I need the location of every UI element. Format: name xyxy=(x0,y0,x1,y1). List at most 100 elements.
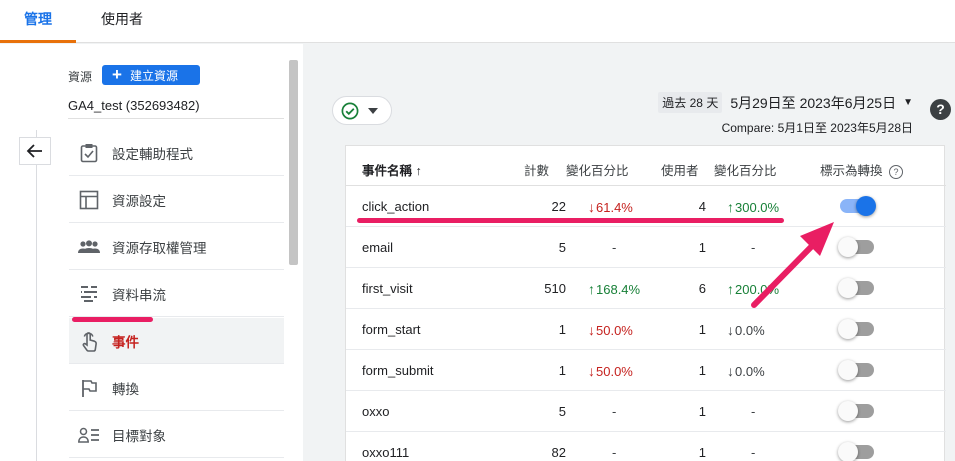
table-row[interactable]: form_start 1 ↓50.0% 1 ↓0.0% xyxy=(346,309,946,350)
percent-change-value: 61.4% xyxy=(596,200,633,215)
compare-range-label: Compare: 5月1日至 2023年5月28日 xyxy=(721,121,913,135)
tab-user[interactable]: 使用者 xyxy=(86,0,158,43)
percent-change-value: 0.0% xyxy=(735,364,765,379)
property-selector[interactable]: GA4_test (352693482) xyxy=(68,98,200,113)
caret-down-icon xyxy=(368,107,378,114)
column-header-mark-conversion: 標示為轉換 ? xyxy=(820,160,903,179)
help-icon[interactable]: ? xyxy=(930,99,951,120)
date-range-picker[interactable]: 過去 28 天 5月29日至 2023年6月25日 ▼ Compare: 5月1… xyxy=(658,92,913,136)
tab-admin[interactable]: 管理 xyxy=(0,0,76,43)
people-icon xyxy=(78,236,100,258)
toggle-knob xyxy=(838,401,858,421)
mark-conversion-label: 標示為轉換 xyxy=(820,164,883,178)
table-row[interactable]: oxxo111 82 - 1 - xyxy=(346,432,946,461)
nav-scrollbar[interactable] xyxy=(289,60,298,265)
toggle-knob xyxy=(838,360,858,380)
sidebar-item-label: 目標對象 xyxy=(112,428,166,444)
clipboard-check-icon xyxy=(78,142,100,164)
count-change-cell: ↓50.0% xyxy=(588,322,633,338)
toggle-knob xyxy=(856,196,876,216)
sidebar-item-conversions[interactable]: 轉換 xyxy=(69,365,284,411)
users-change-cell: ↓0.0% xyxy=(727,363,765,379)
arrow-up-icon: ↑ xyxy=(727,199,734,215)
annotation-underline-click-action xyxy=(357,218,784,223)
sidebar-item-access-management[interactable]: 資源存取權管理 xyxy=(69,224,284,270)
count-cell: 5 xyxy=(558,240,566,255)
back-button[interactable] xyxy=(19,137,51,165)
count-change-cell: - xyxy=(612,404,617,419)
layout-icon xyxy=(78,189,100,211)
count-cell: 510 xyxy=(544,281,566,296)
mark-conversion-toggle[interactable] xyxy=(838,360,874,380)
column-header-users-change[interactable]: 變化百分比 xyxy=(714,160,777,179)
mark-conversion-toggle[interactable] xyxy=(838,401,874,421)
events-table: 事件名稱 ↑ 計數 變化百分比 使用者 變化百分比 標示為轉換 ? click_… xyxy=(345,145,946,461)
annotation-underline-events xyxy=(72,317,153,322)
app-root: 管理 使用者 資源 + 建立資源 GA4_test (352693482) 設定… xyxy=(0,0,955,461)
table-header: 事件名稱 ↑ 計數 變化百分比 使用者 變化百分比 標示為轉換 ? xyxy=(346,146,946,186)
users-cell: 1 xyxy=(698,240,706,255)
flag-icon xyxy=(78,377,100,399)
sidebar-item-property-settings[interactable]: 資源設定 xyxy=(69,177,284,223)
arrow-down-icon: ↓ xyxy=(727,363,734,379)
arrow-down-icon: ↓ xyxy=(727,322,734,338)
users-cell: 1 xyxy=(698,404,706,419)
mark-conversion-toggle[interactable] xyxy=(840,196,876,216)
arrow-down-icon: ↓ xyxy=(588,363,595,379)
users-change-cell: - xyxy=(751,404,756,419)
sidebar-item-audiences[interactable]: 目標對象 xyxy=(69,412,284,458)
users-change-cell: - xyxy=(751,445,756,460)
mark-conversion-toggle[interactable] xyxy=(838,442,874,461)
arrow-up-icon: ↑ xyxy=(588,281,595,297)
count-change-cell: ↓50.0% xyxy=(588,363,633,379)
table-row[interactable]: first_visit 510 ↑168.4% 6 ↑200.0% xyxy=(346,268,946,309)
create-property-button[interactable]: + 建立資源 xyxy=(102,65,200,85)
arrow-down-icon: ↓ xyxy=(588,199,595,215)
event-name-cell: email xyxy=(362,240,394,255)
event-name-cell: form_start xyxy=(362,322,421,337)
annotation-arrow-icon xyxy=(751,222,834,308)
table-row[interactable]: form_submit 1 ↓50.0% 1 ↓0.0% xyxy=(346,350,946,391)
arrow-up-icon: ↑ xyxy=(727,281,734,297)
table-row[interactable]: email 5-1- xyxy=(346,227,946,268)
data-stream-icon xyxy=(78,283,100,305)
nav-rail-divider xyxy=(36,130,37,461)
check-circle-icon xyxy=(341,102,359,119)
column-header-count[interactable]: 計數 xyxy=(524,160,549,179)
count-cell: 82 xyxy=(551,445,566,460)
count-change-cell: ↓61.4% xyxy=(588,199,633,215)
users-cell: 1 xyxy=(698,445,706,460)
column-header-event-name[interactable]: 事件名稱 ↑ xyxy=(362,160,422,179)
audience-icon xyxy=(78,424,100,446)
users-change-cell: ↓0.0% xyxy=(727,322,765,338)
property-divider xyxy=(68,118,284,119)
column-header-count-change[interactable]: 變化百分比 xyxy=(566,160,629,179)
percent-change-value: 0.0% xyxy=(735,323,765,338)
percent-change-value: 168.4% xyxy=(596,282,641,297)
resource-label: 資源 xyxy=(68,70,93,84)
sidebar-item-events[interactable]: 事件 xyxy=(69,318,284,364)
percent-change-value: 50.0% xyxy=(596,364,633,379)
toggle-knob xyxy=(838,319,858,339)
date-preset: 過去 28 天 xyxy=(658,92,723,113)
admin-nav-panel: 資源 + 建立資源 GA4_test (352693482) 設定輔助程式 資源… xyxy=(0,44,303,461)
sidebar-item-setup-assistant[interactable]: 設定輔助程式 xyxy=(69,130,284,176)
sidebar-item-label: 事件 xyxy=(112,334,139,350)
sidebar-item-label: 轉換 xyxy=(112,381,139,397)
touch-icon xyxy=(78,330,100,352)
help-icon[interactable]: ? xyxy=(889,165,903,179)
create-property-label: 建立資源 xyxy=(129,68,178,83)
count-cell: 22 xyxy=(551,199,566,214)
event-name-cell: click_action xyxy=(362,199,430,214)
column-header-users[interactable]: 使用者 xyxy=(661,160,699,179)
comparison-filter-button[interactable] xyxy=(332,96,392,125)
count-change-cell: - xyxy=(612,240,617,255)
users-cell: 1 xyxy=(698,322,706,337)
plus-icon: + xyxy=(112,65,122,84)
count-cell: 5 xyxy=(558,404,566,419)
sidebar-item-data-streams[interactable]: 資料串流 xyxy=(69,271,284,317)
table-row[interactable]: oxxo 5 - 1 - xyxy=(346,391,946,432)
mark-conversion-toggle[interactable] xyxy=(838,319,874,339)
users-cell: 4 xyxy=(698,199,706,214)
toggle-knob xyxy=(838,442,858,461)
